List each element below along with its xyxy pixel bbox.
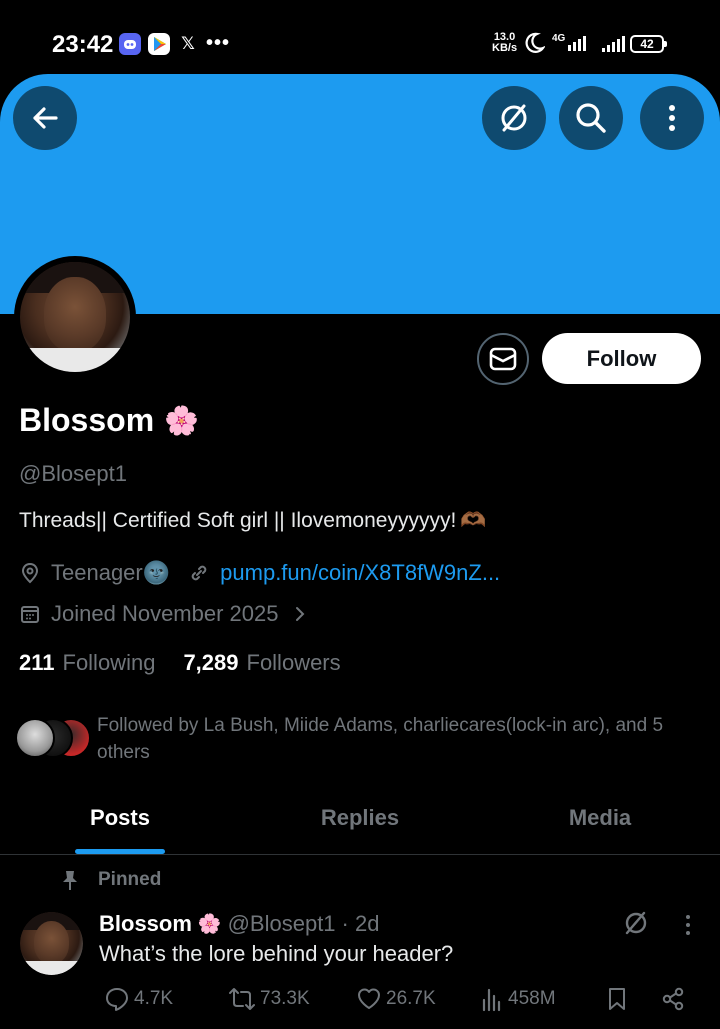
chevron-right-icon (296, 607, 305, 621)
signal-icon-2 (602, 36, 625, 52)
tab-replies[interactable]: Replies (240, 790, 480, 854)
repost-button[interactable]: 73.3K (228, 986, 310, 1012)
back-button[interactable] (13, 86, 77, 150)
envelope-icon (489, 347, 517, 371)
followed-by-row[interactable]: Followed by La Bush, Miide Adams, charli… (15, 712, 705, 766)
location-pin-icon (21, 562, 39, 584)
battery-icon: 42 (630, 35, 667, 53)
discord-icon (119, 33, 141, 55)
message-button[interactable] (477, 333, 529, 385)
followers-link[interactable]: 7,289 Followers (183, 650, 340, 676)
status-bar: 23:42 𝕏 ••• 13.0 KB/s 4G 42 (0, 0, 720, 80)
profile-website-link[interactable]: pump.fun/coin/X8T8fW9nZ... (220, 560, 500, 586)
reply-count: 4.7K (134, 988, 174, 1009)
post-avatar[interactable] (20, 912, 83, 975)
followers-label: Followers (246, 650, 341, 675)
reply-button[interactable]: 4.7K (104, 986, 173, 1012)
following-count: 211 (19, 650, 55, 675)
following-label: Following (62, 650, 156, 675)
moon-icon (523, 31, 547, 60)
flower-emoji: 🌸 (197, 914, 222, 935)
post-author-handle[interactable]: @Blosept1 (228, 911, 336, 937)
post-actions: 4.7K 73.3K 26.7K 458M (100, 986, 690, 1016)
views-button[interactable]: 458M (480, 986, 556, 1012)
avatar (15, 718, 55, 758)
more-vertical-icon (669, 105, 675, 131)
share-icon (662, 987, 684, 1011)
tab-posts[interactable]: Posts (0, 790, 240, 854)
repost-icon (229, 988, 255, 1010)
post-text[interactable]: What’s the lore behind your header? (99, 941, 453, 967)
like-count: 26.7K (386, 988, 436, 1009)
pin-icon (63, 871, 77, 890)
pinned-label-row: Pinned (60, 869, 161, 891)
profile-handle: @Blosept1 (19, 461, 127, 486)
profile-bio: Threads|| Certified Soft girl || Ilovemo… (19, 509, 486, 533)
search-button[interactable] (559, 86, 623, 150)
bio-text: Threads|| Certified Soft girl || Ilovemo… (19, 509, 457, 532)
more-dots-icon: ••• (206, 32, 231, 54)
network-type: 4G (552, 33, 566, 44)
follow-counts: 211 Following 7,289 Followers (19, 650, 341, 676)
post-avatar-image (20, 912, 83, 975)
link-icon (191, 565, 207, 581)
views-icon (482, 988, 501, 1012)
moon-face-emoji: 🌚 (142, 560, 171, 585)
profile-meta-row: Teenager 🌚 pump.fun/coin/X8T8fW9nZ... (19, 560, 500, 586)
heart-hands-emoji: 🫶🏾 (460, 509, 487, 532)
profile-avatar[interactable] (14, 256, 136, 378)
more-button[interactable] (640, 86, 704, 150)
followed-by-text: Followed by La Bush, Miide Adams, charli… (97, 715, 664, 763)
repost-count: 73.3K (260, 988, 310, 1009)
reply-icon (106, 988, 128, 1011)
back-arrow-icon (33, 107, 58, 129)
net-speed: 13.0 KB/s (492, 32, 517, 54)
grok-button[interactable] (482, 86, 546, 150)
post-header: Blossom 🌸 @Blosept1 · 2d (99, 911, 379, 937)
profile-name: Blossom (19, 402, 155, 438)
profile-tabs: Posts Replies Media (0, 790, 720, 855)
grok-icon (625, 911, 647, 935)
profile-name-row: Blossom 🌸 (19, 402, 199, 439)
profile-location: Teenager (51, 560, 143, 585)
heart-icon (358, 988, 380, 1009)
views-count: 458M (508, 988, 556, 1009)
bookmark-button[interactable] (606, 986, 628, 1012)
joined-date: Joined November 2025 (51, 601, 279, 626)
search-icon (576, 103, 606, 133)
play-store-icon (148, 33, 170, 55)
profile-joined-row[interactable]: Joined November 2025 (19, 601, 310, 627)
grok-icon (501, 104, 527, 132)
bookmark-icon (609, 988, 625, 1010)
like-button[interactable]: 26.7K (356, 986, 436, 1012)
signal-icon (568, 36, 586, 51)
more-vertical-icon (686, 915, 690, 935)
follower-avatars (15, 718, 93, 762)
net-speed-unit: KB/s (492, 42, 518, 54)
post-author-name[interactable]: Blossom (99, 911, 192, 937)
post-time: · 2d (341, 911, 380, 936)
post-grok-button[interactable] (622, 909, 650, 942)
x-icon: 𝕏 (181, 34, 195, 53)
tab-media[interactable]: Media (480, 790, 720, 854)
followers-count: 7,289 (183, 650, 239, 675)
status-time: 23:42 (52, 31, 114, 58)
post-more-button[interactable] (681, 913, 695, 942)
follow-button[interactable]: Follow (542, 333, 701, 384)
calendar-icon (21, 606, 39, 623)
pinned-label: Pinned (98, 869, 162, 890)
avatar-image (20, 262, 130, 372)
following-link[interactable]: 211 Following (19, 650, 155, 676)
flower-emoji: 🌸 (164, 405, 200, 436)
share-button[interactable] (660, 986, 686, 1012)
